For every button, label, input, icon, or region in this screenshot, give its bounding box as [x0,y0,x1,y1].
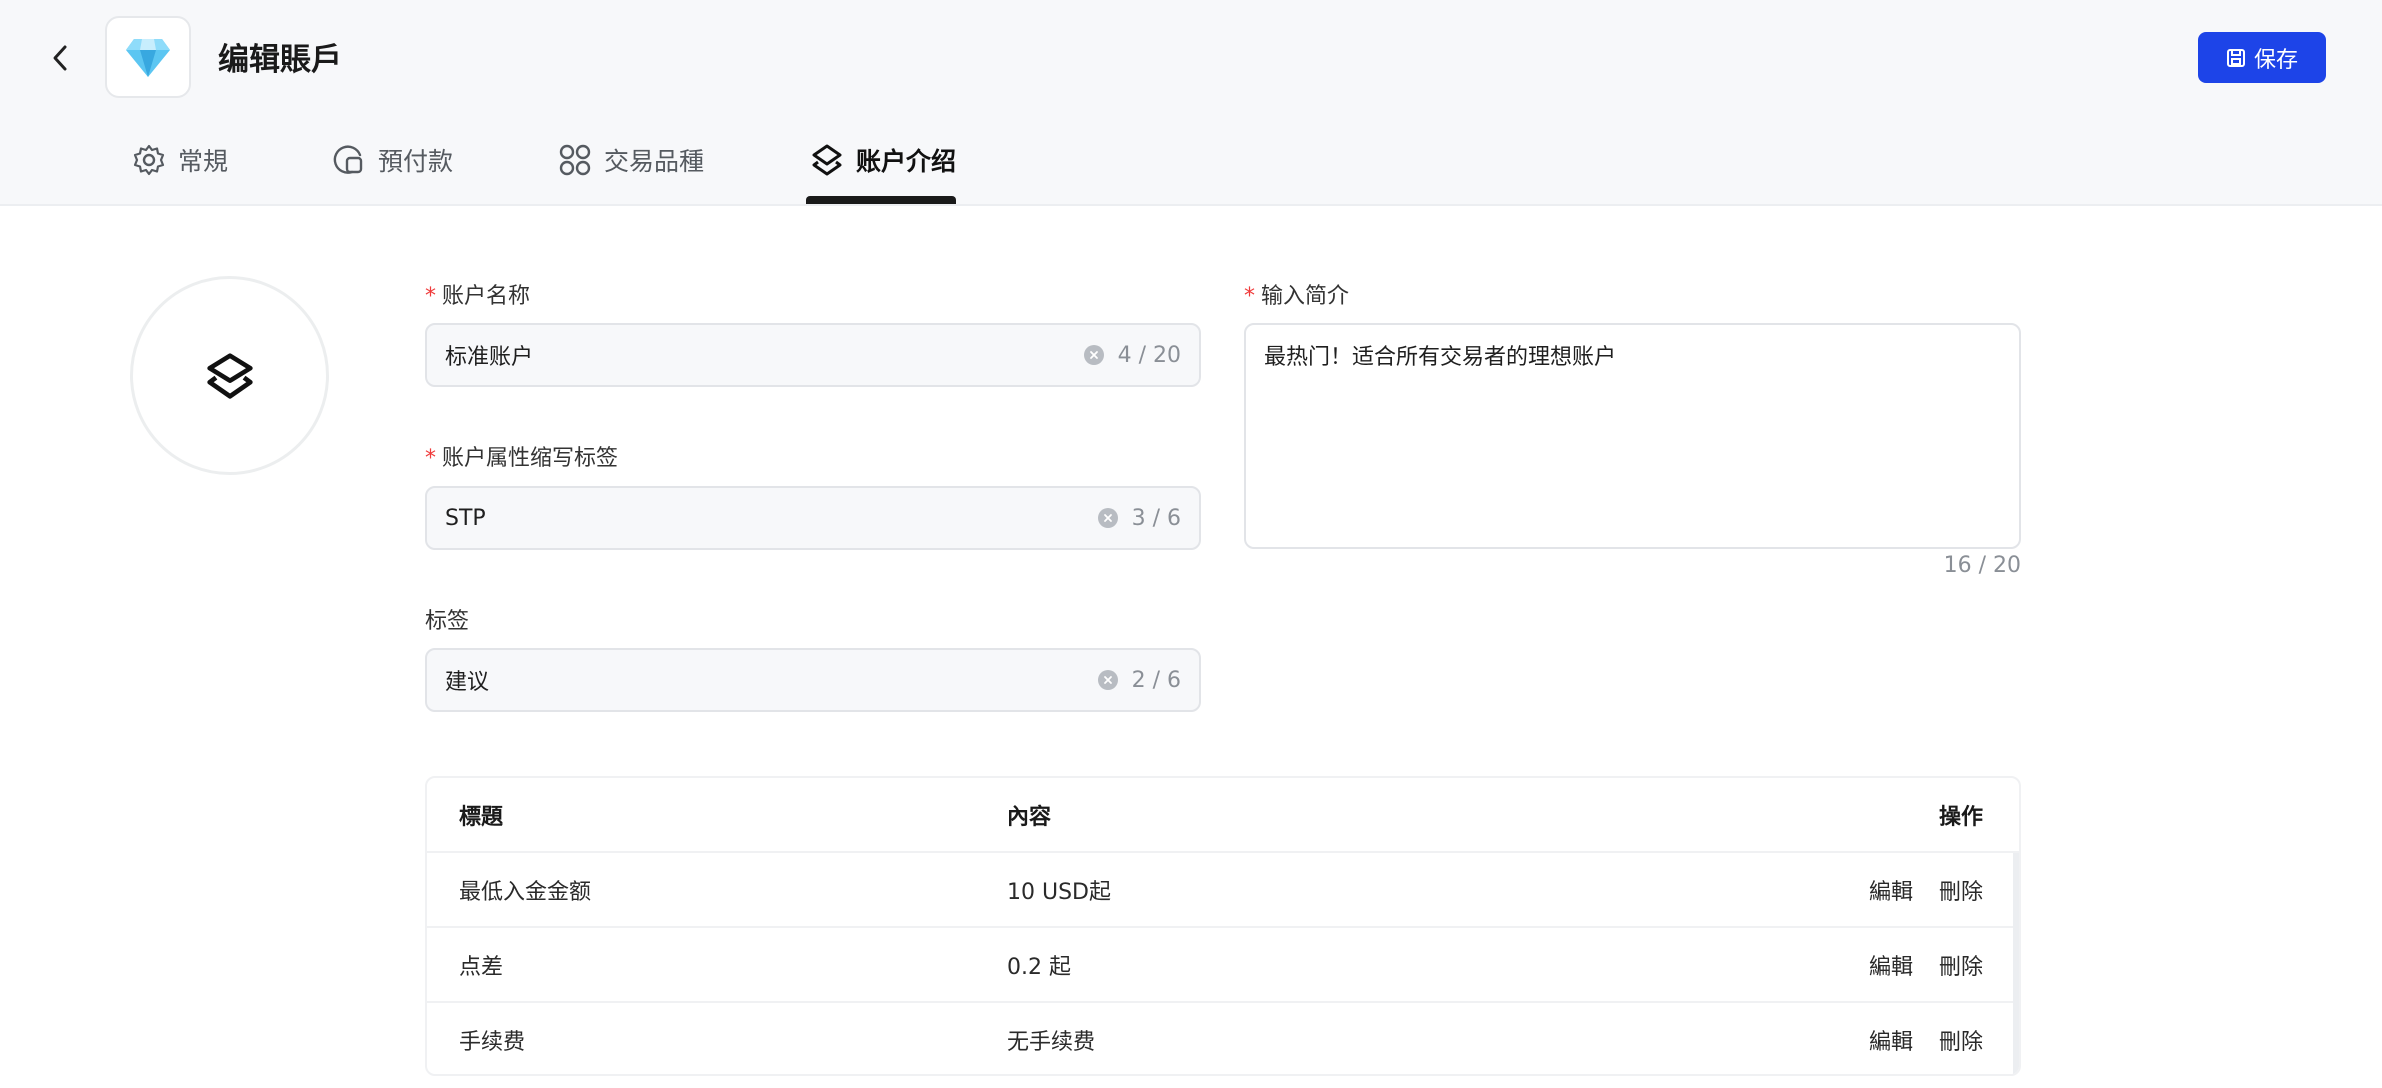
gear-icon [133,144,165,176]
tab-general-label: 常規 [178,147,229,176]
row-actions: 編輯 刪除 [1869,853,1983,926]
required-mark: * [1244,284,1255,309]
diamond-icon [126,39,170,77]
table-row: 点差 0.2 起 編輯 刪除 [427,928,2019,1003]
table-row: 手续费 无手续费 編輯 刪除 [427,1003,2019,1074]
edit-button[interactable]: 編輯 [1869,949,1913,981]
edit-button[interactable]: 編輯 [1869,874,1913,906]
delete-button[interactable]: 刪除 [1939,1024,1983,1056]
table-row: 最低入金金额 10 USD起 編輯 刪除 [427,853,2019,928]
clear-icon[interactable] [1097,508,1118,528]
delete-button[interactable]: 刪除 [1939,949,1983,981]
row-actions: 編輯 刪除 [1869,1003,1983,1074]
required-mark: * [425,284,436,309]
tab-account-intro-label: 账户介绍 [856,147,957,176]
prepayment-icon [333,145,363,174]
page-title: 编辑賬戶 [218,42,342,78]
tab-account-intro[interactable]: 账户介绍 [810,138,956,182]
row-title: 最低入金金额 [459,879,592,905]
save-icon [2226,48,2245,67]
intro-char-count: 16 / 20 [1943,553,2021,578]
tab-prepayment-label: 預付款 [378,147,454,176]
attr-tag-input[interactable]: STP 3 / 6 [425,486,1201,550]
header-content: 內容 [1007,804,1052,830]
tab-trading-instruments-label: 交易品種 [604,147,705,176]
row-content: 无手续费 [1007,1029,1096,1055]
attr-tag-label-text: 账户属性缩写标签 [442,446,619,471]
chevron-left-icon [53,45,67,71]
row-actions: 編輯 刪除 [1869,928,1983,1001]
header-actions: 操作 [1938,804,1983,830]
intro-label: * 输入简介 [1244,278,1349,310]
row-content: 0.2 起 [1007,954,1071,980]
back-button[interactable] [42,36,78,80]
tag-label: 标签 [425,603,469,635]
tab-prepayment[interactable]: 預付款 [332,138,453,182]
tab-trading-instruments[interactable]: 交易品種 [558,138,704,182]
account-name-value: 标准账户 [445,345,534,370]
edit-button[interactable]: 編輯 [1869,1024,1913,1056]
char-count: 3 / 6 [1131,505,1181,531]
clear-icon[interactable] [1097,670,1118,690]
tag-value: 建议 [445,670,490,695]
top-header: 编辑賬戶 保存 常規 預付款 交易品種 账户介绍 [0,0,2382,206]
tag-input[interactable]: 建议 2 / 6 [425,648,1201,712]
account-name-input[interactable]: 标准账户 4 / 20 [425,323,1201,387]
row-title: 手续费 [459,1029,526,1055]
save-button-label: 保存 [2253,47,2298,73]
row-title: 点差 [459,954,504,980]
char-count: 2 / 6 [1131,667,1181,693]
required-mark: * [425,446,436,471]
clear-icon[interactable] [1083,345,1104,365]
save-button[interactable]: 保存 [2198,32,2326,83]
layers-icon [206,352,253,399]
intro-table: 標題 內容 操作 最低入金金额 10 USD起 編輯 刪除 点差 0.2 起 編… [425,776,2021,1076]
active-tab-indicator [806,196,956,204]
intro-textarea[interactable]: 最热门！适合所有交易者的理想账户 [1244,323,2021,549]
layers-icon [812,144,842,176]
grid-icon [559,144,591,176]
char-count: 4 / 20 [1117,342,1181,368]
tag-label-text: 标签 [425,609,470,634]
account-name-label: * 账户名称 [425,278,530,310]
row-content: 10 USD起 [1007,879,1111,905]
header-title: 標題 [459,804,504,830]
account-name-label-text: 账户名称 [442,284,531,309]
delete-button[interactable]: 刪除 [1939,874,1983,906]
intro-label-text: 输入简介 [1261,284,1350,309]
attr-tag-label: * 账户属性缩写标签 [425,440,618,472]
attr-tag-value: STP [445,505,486,531]
account-avatar[interactable] [130,276,329,475]
account-logo [105,16,191,98]
table-header-row: 標題 內容 操作 [427,778,2019,853]
table-scrollbar[interactable] [2013,853,2019,1074]
tab-general[interactable]: 常規 [132,138,228,182]
